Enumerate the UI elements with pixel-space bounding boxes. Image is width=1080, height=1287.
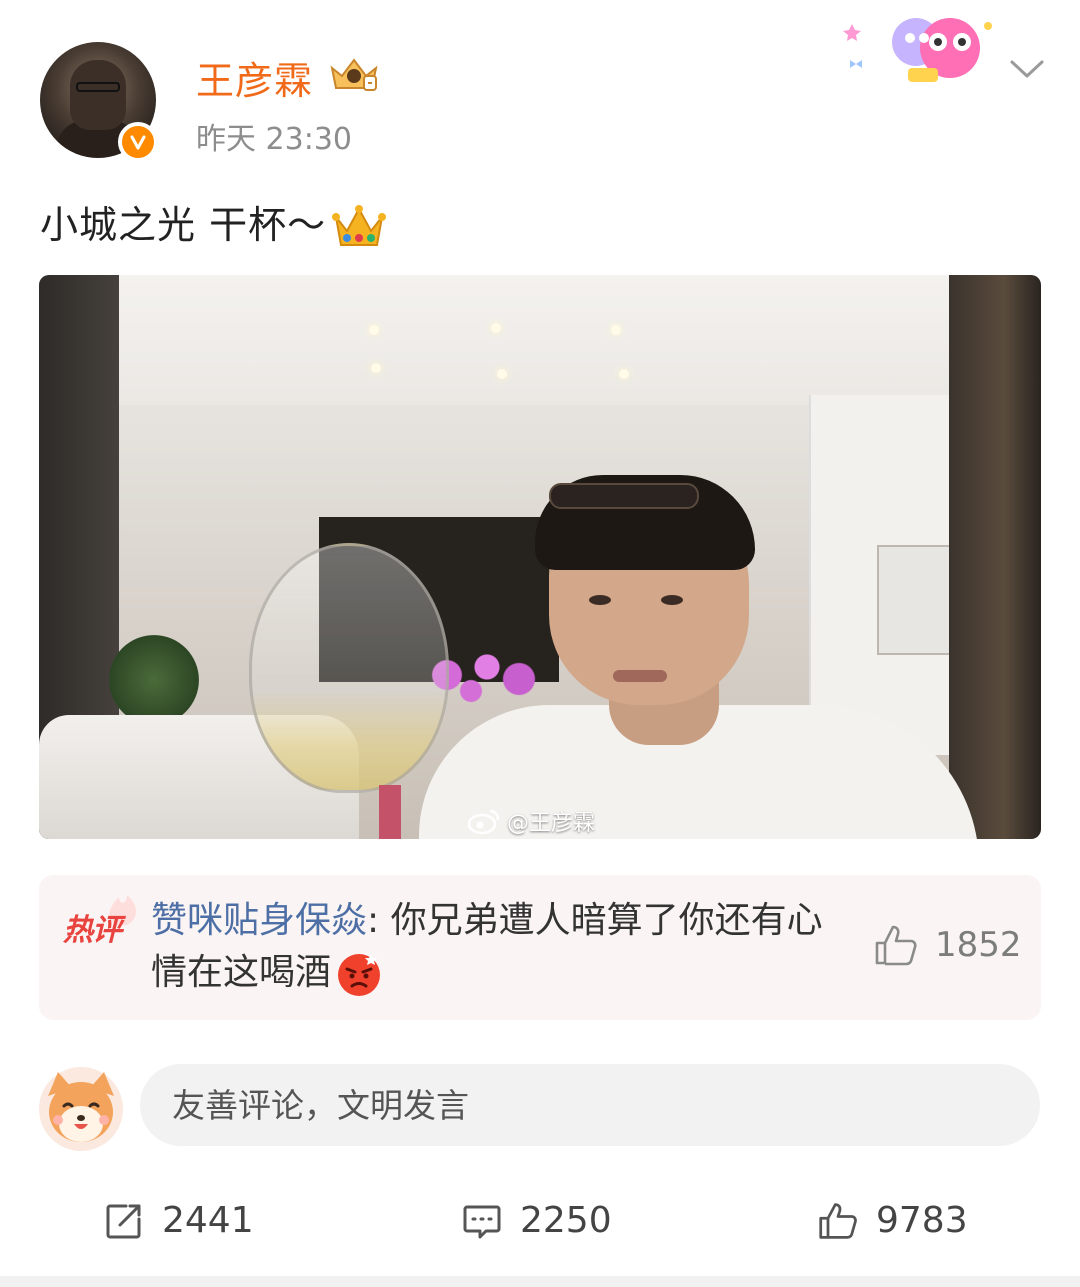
thumbs-up-icon: [819, 1202, 857, 1239]
comment-icon: [463, 1205, 501, 1238]
post-content: 小城之光 干杯～: [40, 194, 387, 251]
video-ceiling-light: [497, 369, 507, 379]
avatar-face: [70, 60, 126, 130]
comment-author[interactable]: 赞咪贴身保焱: [151, 900, 367, 941]
avatar-glasses: [76, 82, 120, 92]
video-person-sunglasses: [549, 483, 699, 509]
vip-crown-icon[interactable]: [328, 54, 380, 94]
video-person-mouth: [613, 670, 667, 682]
watermark-text: @王彦霖: [507, 811, 596, 836]
weibo-logo-icon: [467, 809, 500, 835]
hot-comment-like-button[interactable]: 1852: [873, 923, 1022, 967]
thumbs-up-icon: [875, 925, 917, 966]
verified-badge-icon: [118, 122, 158, 162]
video-plant: [109, 635, 199, 725]
video-ceiling-light: [611, 325, 621, 335]
like-count: 9783: [876, 1200, 968, 1241]
bottom-divider: [0, 1276, 1080, 1287]
comment-input[interactable]: [140, 1064, 1040, 1146]
hot-comment-tag: 热评: [63, 913, 122, 948]
video-wine-glass: [249, 543, 449, 793]
crown-emoji-icon: [332, 204, 387, 246]
comment-separator: :: [367, 900, 391, 941]
video-oven: [877, 545, 951, 655]
repost-count: 2441: [162, 1200, 254, 1241]
comment-count: 2250: [520, 1200, 612, 1241]
video-ceiling-light: [369, 325, 379, 335]
video-watermark: @王彦霖: [467, 805, 595, 837]
post-timestamp: 昨天 23:30: [196, 122, 352, 157]
chevron-down-icon[interactable]: [1008, 54, 1046, 82]
repost-icon: [106, 1204, 141, 1238]
repost-button[interactable]: 2441: [104, 1200, 254, 1241]
video-ceiling-light: [619, 369, 629, 379]
video-right-wall: [949, 275, 1041, 839]
current-user-avatar[interactable]: [38, 1066, 124, 1152]
video-person-eye: [589, 595, 611, 605]
video-glass-stem: [379, 785, 401, 839]
hot-comment-like-count: 1852: [935, 925, 1022, 965]
hot-comment-card[interactable]: 热评 赞咪贴身保焱: 你兄弟遭人暗算了你还有心情在这喝酒 1852: [39, 875, 1041, 1020]
author-name[interactable]: 王彦霖: [196, 50, 313, 105]
sticker-decoration-icon: [843, 18, 992, 82]
comment-button[interactable]: 2250: [462, 1200, 612, 1241]
video-ceiling-light: [491, 323, 501, 333]
angry-emoji-icon: [338, 954, 381, 996]
hot-comment-body: 赞咪贴身保焱: 你兄弟遭人暗算了你还有心情在这喝酒: [151, 895, 831, 999]
like-button[interactable]: 9783: [818, 1200, 968, 1241]
video-ceiling: [39, 275, 1041, 405]
video-person-eye: [661, 595, 683, 605]
post-video[interactable]: @王彦霖: [39, 275, 1041, 839]
post-text: 小城之光 干杯～: [40, 203, 327, 247]
video-ceiling-light: [371, 363, 381, 373]
